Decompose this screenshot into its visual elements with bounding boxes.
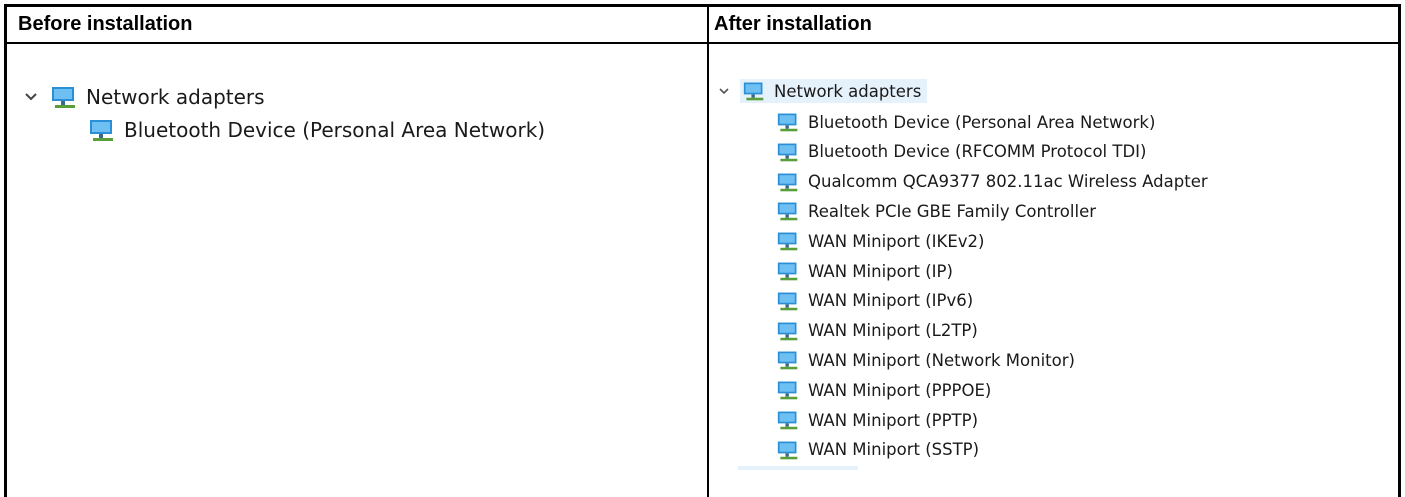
network-adapter-icon xyxy=(776,409,800,431)
device-row[interactable]: WAN Miniport (PPPOE) xyxy=(776,375,991,405)
column-divider xyxy=(707,7,709,497)
device-label: WAN Miniport (SSTP) xyxy=(808,440,980,460)
device-row[interactable]: Qualcomm QCA9377 802.11ac Wireless Adapt… xyxy=(776,167,1208,197)
chevron-down-icon[interactable] xyxy=(718,87,730,96)
device-label: WAN Miniport (PPTP) xyxy=(808,410,979,430)
device-label: Bluetooth Device (Personal Area Network) xyxy=(808,112,1156,132)
chevron-down-icon[interactable] xyxy=(24,92,38,102)
device-label: WAN Miniport (IKEv2) xyxy=(808,231,985,251)
device-row[interactable]: WAN Miniport (SSTP) xyxy=(776,435,979,465)
network-adapter-icon xyxy=(776,320,800,342)
network-adapter-icon xyxy=(776,349,800,371)
device-label: WAN Miniport (Network Monitor) xyxy=(808,350,1075,370)
device-row[interactable]: WAN Miniport (IP) xyxy=(776,256,953,286)
device-label: WAN Miniport (IPv6) xyxy=(808,291,974,311)
device-label: Realtek PCIe GBE Family Controller xyxy=(808,201,1097,221)
device-row[interactable]: WAN Miniport (Network Monitor) xyxy=(776,345,1075,375)
network-adapter-icon xyxy=(776,111,800,133)
network-adapter-icon xyxy=(50,84,78,110)
network-adapter-icon xyxy=(742,80,766,102)
device-label: Bluetooth Device (RFCOMM Protocol TDI) xyxy=(808,142,1147,162)
network-adapter-icon xyxy=(776,230,800,252)
network-adapter-icon xyxy=(776,290,800,312)
category-network-adapters-before[interactable]: Network adapters xyxy=(24,82,265,112)
device-row[interactable]: Bluetooth Device (RFCOMM Protocol TDI) xyxy=(776,137,1146,167)
device-label: Bluetooth Device (Personal Area Network) xyxy=(124,118,546,142)
device-label: Qualcomm QCA9377 802.11ac Wireless Adapt… xyxy=(808,172,1208,192)
category-label: Network adapters xyxy=(86,85,265,109)
device-row[interactable]: WAN Miniport (L2TP) xyxy=(776,316,978,346)
device-label: WAN Miniport (L2TP) xyxy=(808,321,978,341)
network-adapter-icon xyxy=(776,379,800,401)
device-label: WAN Miniport (IP) xyxy=(808,261,953,281)
device-row[interactable]: Bluetooth Device (Personal Area Network) xyxy=(88,115,545,145)
device-row[interactable]: Realtek PCIe GBE Family Controller xyxy=(776,196,1096,226)
header-divider xyxy=(7,42,1398,44)
after-header: After installation xyxy=(714,13,872,35)
network-adapter-icon xyxy=(776,141,800,163)
before-header: Before installation xyxy=(18,13,193,35)
selection-highlight-tail xyxy=(738,466,858,470)
device-row[interactable]: WAN Miniport (IKEv2) xyxy=(776,226,984,256)
device-row[interactable]: WAN Miniport (IPv6) xyxy=(776,286,973,316)
category-network-adapters-after[interactable]: Network adapters xyxy=(718,76,928,106)
device-row[interactable]: Bluetooth Device (Personal Area Network) xyxy=(776,107,1155,137)
comparison-table: Before installation After installation xyxy=(4,4,1401,497)
network-adapter-icon xyxy=(776,260,800,282)
device-label: WAN Miniport (PPPOE) xyxy=(808,380,992,400)
network-adapter-icon xyxy=(776,439,800,461)
network-adapter-icon xyxy=(776,200,800,222)
selected-category: Network adapters xyxy=(740,79,928,103)
network-adapter-icon xyxy=(88,117,116,143)
network-adapter-icon xyxy=(776,171,800,193)
category-label: Network adapters xyxy=(774,81,922,101)
device-row[interactable]: WAN Miniport (PPTP) xyxy=(776,405,978,435)
